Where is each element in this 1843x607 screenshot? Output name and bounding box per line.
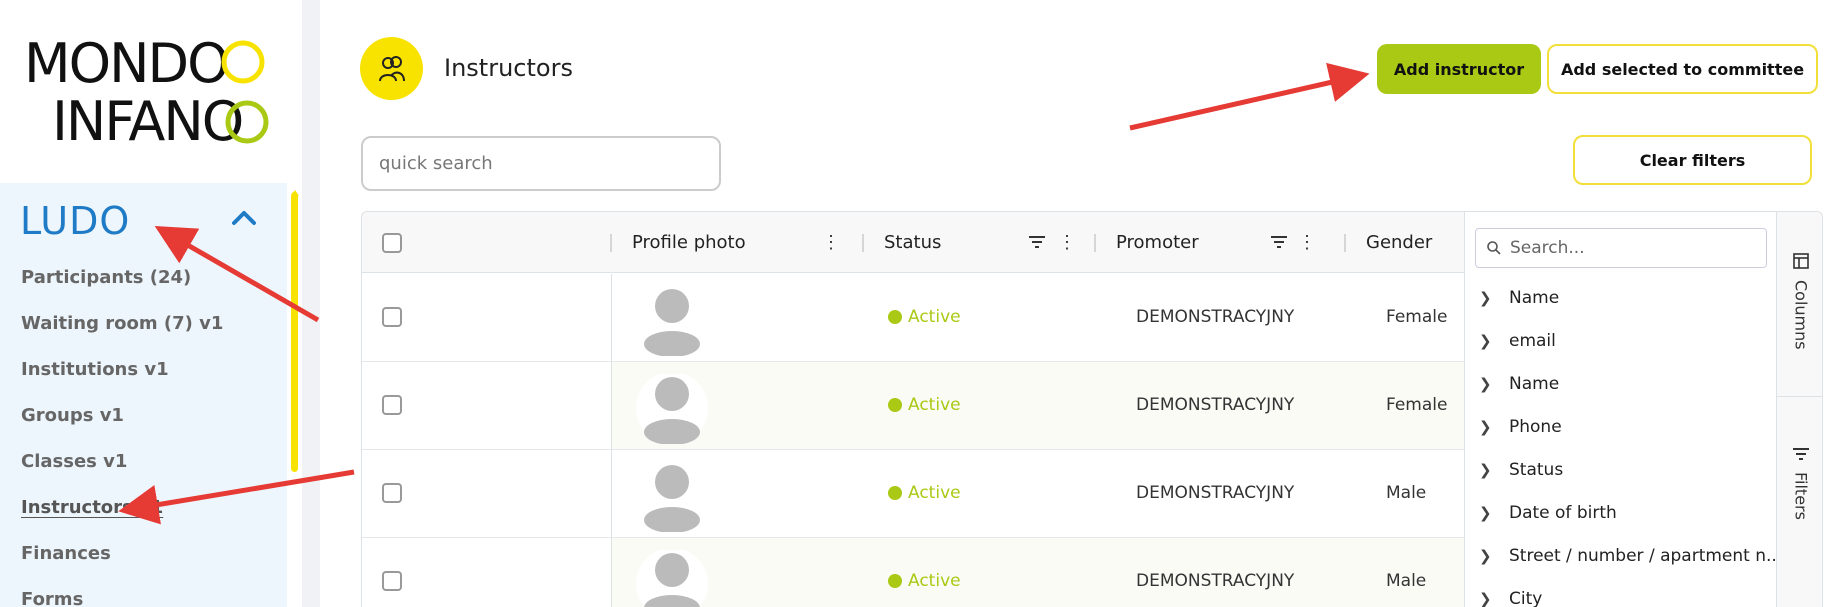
row-checkbox[interactable] <box>382 571 402 591</box>
column-item-date-of-birth[interactable]: ❯ Date of birth <box>1479 503 1617 523</box>
column-menu-icon[interactable]: ⋮ <box>1058 232 1076 253</box>
chevron-right-icon[interactable]: ❯ <box>1479 289 1497 307</box>
promoter-cell: DEMONSTRACYJNY <box>1136 483 1295 503</box>
columns-search-placeholder: Search... <box>1510 238 1585 258</box>
instructors-icon <box>360 37 423 100</box>
column-separator[interactable] <box>1344 234 1346 252</box>
add-instructor-button[interactable]: Add instructor <box>1377 44 1541 94</box>
column-separator[interactable] <box>1094 234 1096 252</box>
status-dot-icon <box>888 310 902 324</box>
filter-icon[interactable] <box>1270 234 1288 250</box>
chevron-up-icon[interactable] <box>230 207 258 227</box>
column-separator[interactable] <box>862 234 864 252</box>
columns-icon <box>1793 253 1809 269</box>
page-title: Instructors <box>444 54 573 82</box>
column-separator[interactable] <box>610 234 612 252</box>
row-checkbox[interactable] <box>382 395 402 415</box>
select-all-cell <box>382 212 402 273</box>
add-selected-to-committee-button[interactable]: Add selected to committee <box>1547 44 1818 94</box>
promoter-cell: DEMONSTRACYJNY <box>1136 571 1295 591</box>
logo-line1: MONDO <box>24 32 228 95</box>
section-title-ludo[interactable]: LUDO <box>20 199 130 243</box>
mondo-infano-logo[interactable]: MONDO INFANO <box>24 28 274 148</box>
table-row[interactable]: Active DEMONSTRACYJNY Female <box>362 362 1464 450</box>
chevron-right-icon[interactable]: ❯ <box>1479 332 1497 350</box>
chevron-right-icon[interactable]: ❯ <box>1479 547 1497 565</box>
table-row[interactable]: Active DEMONSTRACYJNY Female <box>362 274 1464 362</box>
status-badge: Active <box>888 571 961 591</box>
row-checkbox[interactable] <box>382 483 402 503</box>
header-status[interactable]: Status <box>884 212 941 273</box>
avatar-placeholder-icon <box>644 465 700 532</box>
logo-line2: INFANO <box>52 90 242 148</box>
sidebar: MONDO INFANO LUDO Participants (24) Wait… <box>0 0 302 607</box>
sidebar-item-classes[interactable]: Classes v1 <box>21 451 127 472</box>
header-promoter[interactable]: Promoter <box>1116 212 1199 273</box>
avatar-placeholder-icon <box>636 550 708 607</box>
status-dot-icon <box>888 398 902 412</box>
sidebar-item-forms[interactable]: Forms <box>21 589 83 607</box>
ludo-menu-panel: LUDO Participants (24) Waiting room (7) … <box>0 183 287 607</box>
gender-cell: Male <box>1386 483 1427 503</box>
avatar-placeholder-icon <box>636 374 708 444</box>
column-menu-icon[interactable]: ⋮ <box>822 232 840 253</box>
instructors-grid: Profile photo ⋮ Status ⋮ Promoter ⋮ Gend… <box>361 211 1823 607</box>
columns-tool-panel: Search... ❯ Name ❯ email ❯ Name ❯ Phone ❯ Sta… <box>1464 212 1782 607</box>
main-content: Instructors Add instructor Add selected … <box>320 0 1843 607</box>
select-all-checkbox[interactable] <box>382 232 402 253</box>
sidebar-divider <box>302 0 320 607</box>
status-badge: Active <box>888 307 961 327</box>
status-badge: Active <box>888 483 961 503</box>
column-item-email[interactable]: ❯ email <box>1479 331 1556 351</box>
column-item-phone[interactable]: ❯ Phone <box>1479 417 1562 437</box>
tab-columns-label: Columns <box>1791 280 1811 350</box>
header-gender[interactable]: Gender <box>1366 212 1432 273</box>
header-profile-photo[interactable]: Profile photo <box>632 212 746 273</box>
side-tabs: Columns Filters <box>1776 212 1822 607</box>
sidebar-scrollbar[interactable] <box>291 192 298 472</box>
sidebar-item-finances[interactable]: Finances <box>21 543 111 564</box>
column-item-status[interactable]: ❯ Status <box>1479 460 1563 480</box>
app-window: MONDO INFANO LUDO Participants (24) Wait… <box>0 0 1843 607</box>
tab-filters[interactable]: Filters <box>1777 446 1822 520</box>
table-row[interactable]: Active DEMONSTRACYJNY Male <box>362 538 1464 607</box>
filter-icon <box>1793 448 1809 460</box>
sidebar-item-waiting-room[interactable]: Waiting room (7) v1 <box>21 313 223 334</box>
promoter-cell: DEMONSTRACYJNY <box>1136 307 1295 327</box>
gender-cell: Female <box>1386 395 1448 415</box>
sidebar-item-institutions[interactable]: Institutions v1 <box>21 359 169 380</box>
sidebar-item-instructors[interactable]: Instructors v1 <box>21 497 163 518</box>
search-icon <box>1487 241 1501 255</box>
column-item-city[interactable]: ❯ City <box>1479 589 1542 607</box>
chevron-right-icon[interactable]: ❯ <box>1479 590 1497 607</box>
chevron-right-icon[interactable]: ❯ <box>1479 418 1497 436</box>
tab-columns[interactable]: Columns <box>1777 252 1822 350</box>
filter-icon[interactable] <box>1028 234 1046 250</box>
quick-search-input[interactable] <box>361 136 721 191</box>
status-badge: Active <box>888 395 961 415</box>
column-menu-icon[interactable]: ⋮ <box>1298 232 1316 253</box>
chevron-right-icon[interactable]: ❯ <box>1479 375 1497 393</box>
grid-header: Profile photo ⋮ Status ⋮ Promoter ⋮ Gend… <box>362 212 1464 273</box>
chevron-right-icon[interactable]: ❯ <box>1479 461 1497 479</box>
clear-filters-button[interactable]: Clear filters <box>1573 135 1812 185</box>
chevron-right-icon[interactable]: ❯ <box>1479 504 1497 522</box>
status-dot-icon <box>888 486 902 500</box>
promoter-cell: DEMONSTRACYJNY <box>1136 395 1295 415</box>
row-checkbox[interactable] <box>382 307 402 327</box>
table-row[interactable]: Active DEMONSTRACYJNY Male <box>362 450 1464 538</box>
avatar-placeholder-icon <box>644 289 700 356</box>
sidebar-item-participants[interactable]: Participants (24) <box>21 267 191 288</box>
tab-filters-label: Filters <box>1791 472 1811 520</box>
column-item-name[interactable]: ❯ Name <box>1479 288 1559 308</box>
sidebar-item-groups[interactable]: Groups v1 <box>21 405 124 426</box>
gender-cell: Female <box>1386 307 1448 327</box>
tab-divider <box>1777 396 1822 397</box>
columns-search-input[interactable]: Search... <box>1475 228 1767 268</box>
status-dot-icon <box>888 574 902 588</box>
column-item-street[interactable]: ❯ Street / number / apartment n... <box>1479 546 1782 566</box>
gender-cell: Male <box>1386 571 1427 591</box>
column-item-name-2[interactable]: ❯ Name <box>1479 374 1559 394</box>
